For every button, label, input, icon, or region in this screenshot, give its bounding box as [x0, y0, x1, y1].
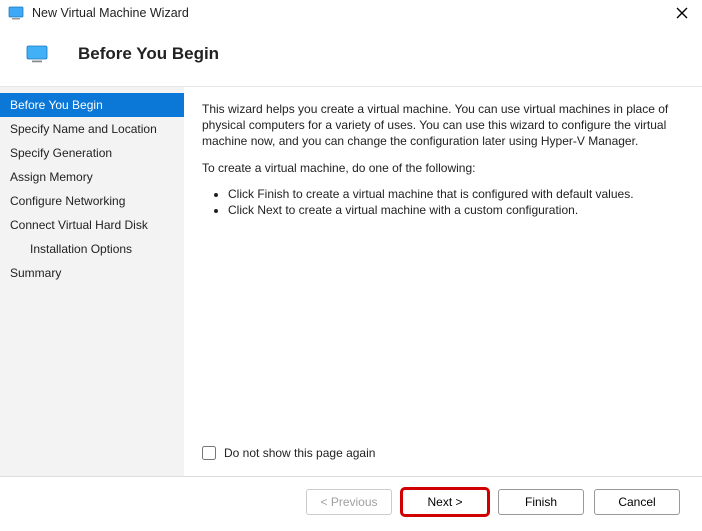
wizard-footer: < Previous Next > Finish Cancel [0, 476, 702, 531]
wizard-steps-sidebar: Before You BeginSpecify Name and Locatio… [0, 86, 184, 476]
step-summary[interactable]: Summary [0, 261, 184, 285]
app-icon [8, 5, 24, 21]
step-specify-generation[interactable]: Specify Generation [0, 141, 184, 165]
step-connect-virtual-hard-disk[interactable]: Connect Virtual Hard Disk [0, 213, 184, 237]
option-bullet: Click Finish to create a virtual machine… [228, 186, 680, 202]
dont-show-again-checkbox[interactable] [202, 446, 216, 460]
close-icon[interactable] [670, 1, 694, 25]
previous-button: < Previous [306, 489, 392, 515]
prompt-text: To create a virtual machine, do one of t… [202, 160, 680, 176]
page-title: Before You Begin [78, 44, 219, 64]
step-configure-networking[interactable]: Configure Networking [0, 189, 184, 213]
finish-button[interactable]: Finish [498, 489, 584, 515]
cancel-button[interactable]: Cancel [594, 489, 680, 515]
titlebar: New Virtual Machine Wizard [0, 0, 702, 30]
step-installation-options[interactable]: Installation Options [0, 237, 184, 261]
intro-text: This wizard helps you create a virtual m… [202, 101, 680, 150]
option-bullet: Click Next to create a virtual machine w… [228, 202, 680, 218]
wizard-content: This wizard helps you create a virtual m… [184, 86, 702, 476]
dont-show-again-label: Do not show this page again [224, 446, 375, 460]
wizard-window: New Virtual Machine Wizard Before You Be… [0, 0, 702, 531]
step-specify-name-and-location[interactable]: Specify Name and Location [0, 117, 184, 141]
next-button[interactable]: Next > [402, 489, 488, 515]
step-before-you-begin[interactable]: Before You Begin [0, 93, 184, 117]
body: Before You BeginSpecify Name and Locatio… [0, 86, 702, 476]
dont-show-again-row[interactable]: Do not show this page again [202, 446, 680, 466]
wizard-header: Before You Begin [0, 30, 702, 86]
step-assign-memory[interactable]: Assign Memory [0, 165, 184, 189]
monitor-icon [26, 45, 48, 63]
options-list: Click Finish to create a virtual machine… [228, 186, 680, 218]
window-title: New Virtual Machine Wizard [32, 6, 670, 20]
